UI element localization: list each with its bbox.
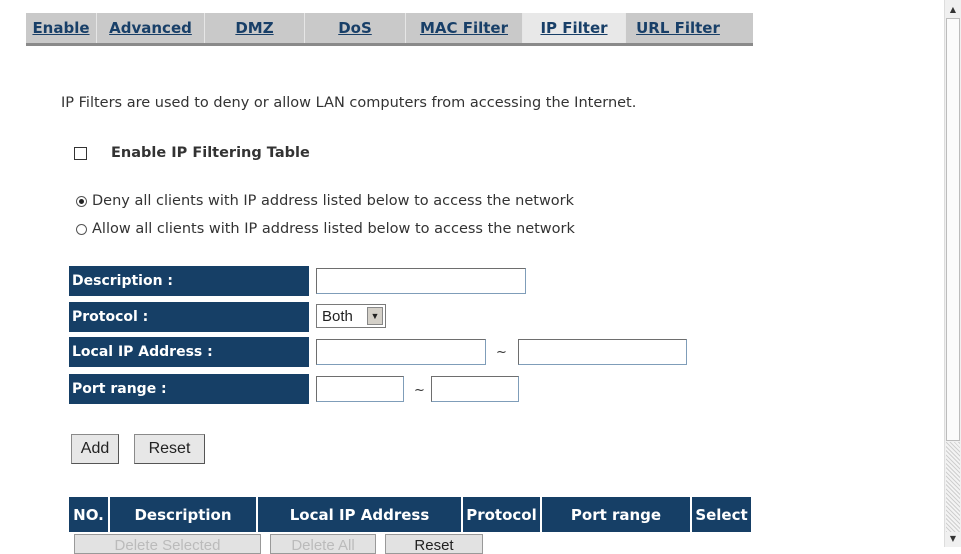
intro-text: IP Filters are used to deny or allow LAN… [61, 95, 637, 111]
allow-label: Allow all clients with IP address listed… [92, 221, 575, 237]
col-no: NO. [69, 497, 110, 532]
protocol-value: Both [322, 307, 353, 325]
chevron-down-icon[interactable]: ▼ [367, 307, 383, 325]
col-protocol: Protocol [463, 497, 542, 532]
allow-radio[interactable] [76, 223, 87, 235]
scroll-down-icon[interactable]: ▼ [945, 530, 961, 546]
local-ip-label: Local IP Address : [69, 337, 309, 367]
add-button[interactable]: Add [71, 434, 119, 464]
col-select: Select [692, 497, 751, 532]
col-port-range: Port range [542, 497, 692, 532]
protocol-label: Protocol : [69, 302, 309, 332]
delete-all-button[interactable]: Delete All [270, 534, 376, 554]
filter-table-header: NO. Description Local IP Address Protoco… [69, 497, 751, 532]
deny-option[interactable]: Deny all clients with IP address listed … [76, 193, 574, 209]
local-ip-end-input[interactable] [518, 339, 687, 365]
col-local-ip: Local IP Address [258, 497, 463, 532]
port-range-label: Port range : [69, 374, 309, 404]
scroll-thumb[interactable] [946, 18, 960, 441]
tab-enable[interactable]: Enable [26, 13, 97, 43]
enable-filtering-checkbox[interactable] [74, 146, 87, 160]
table-reset-button[interactable]: Reset [385, 534, 483, 554]
tab-ip-filter[interactable]: IP Filter [523, 13, 626, 43]
description-input[interactable] [316, 268, 526, 294]
deny-label: Deny all clients with IP address listed … [92, 193, 575, 209]
description-label: Description : [69, 266, 309, 296]
protocol-select[interactable]: Both ▼ [316, 304, 386, 328]
ip-range-separator: ~ [496, 345, 507, 360]
port-end-input[interactable] [431, 376, 519, 402]
col-description: Description [110, 497, 258, 532]
tab-bar: Enable Advanced DMZ DoS MAC Filter IP Fi… [26, 13, 753, 46]
local-ip-start-input[interactable] [316, 339, 486, 365]
enable-filtering-label: Enable IP Filtering Table [111, 145, 310, 161]
tab-advanced[interactable]: Advanced [97, 13, 205, 43]
tab-dmz[interactable]: DMZ [205, 13, 305, 43]
tab-mac-filter[interactable]: MAC Filter [406, 13, 523, 43]
tab-url-filter[interactable]: URL Filter [626, 13, 730, 43]
deny-radio[interactable] [76, 195, 87, 207]
delete-selected-button[interactable]: Delete Selected [74, 534, 261, 554]
allow-option[interactable]: Allow all clients with IP address listed… [76, 221, 575, 237]
vertical-scrollbar[interactable]: ▲ ▼ [944, 0, 961, 547]
scroll-up-icon[interactable]: ▲ [945, 1, 961, 17]
tab-dos[interactable]: DoS [305, 13, 406, 43]
port-start-input[interactable] [316, 376, 404, 402]
enable-filtering-row: Enable IP Filtering Table [74, 145, 310, 161]
port-range-separator: ~ [414, 383, 425, 398]
scroll-track[interactable] [946, 442, 960, 532]
reset-button[interactable]: Reset [134, 434, 205, 464]
